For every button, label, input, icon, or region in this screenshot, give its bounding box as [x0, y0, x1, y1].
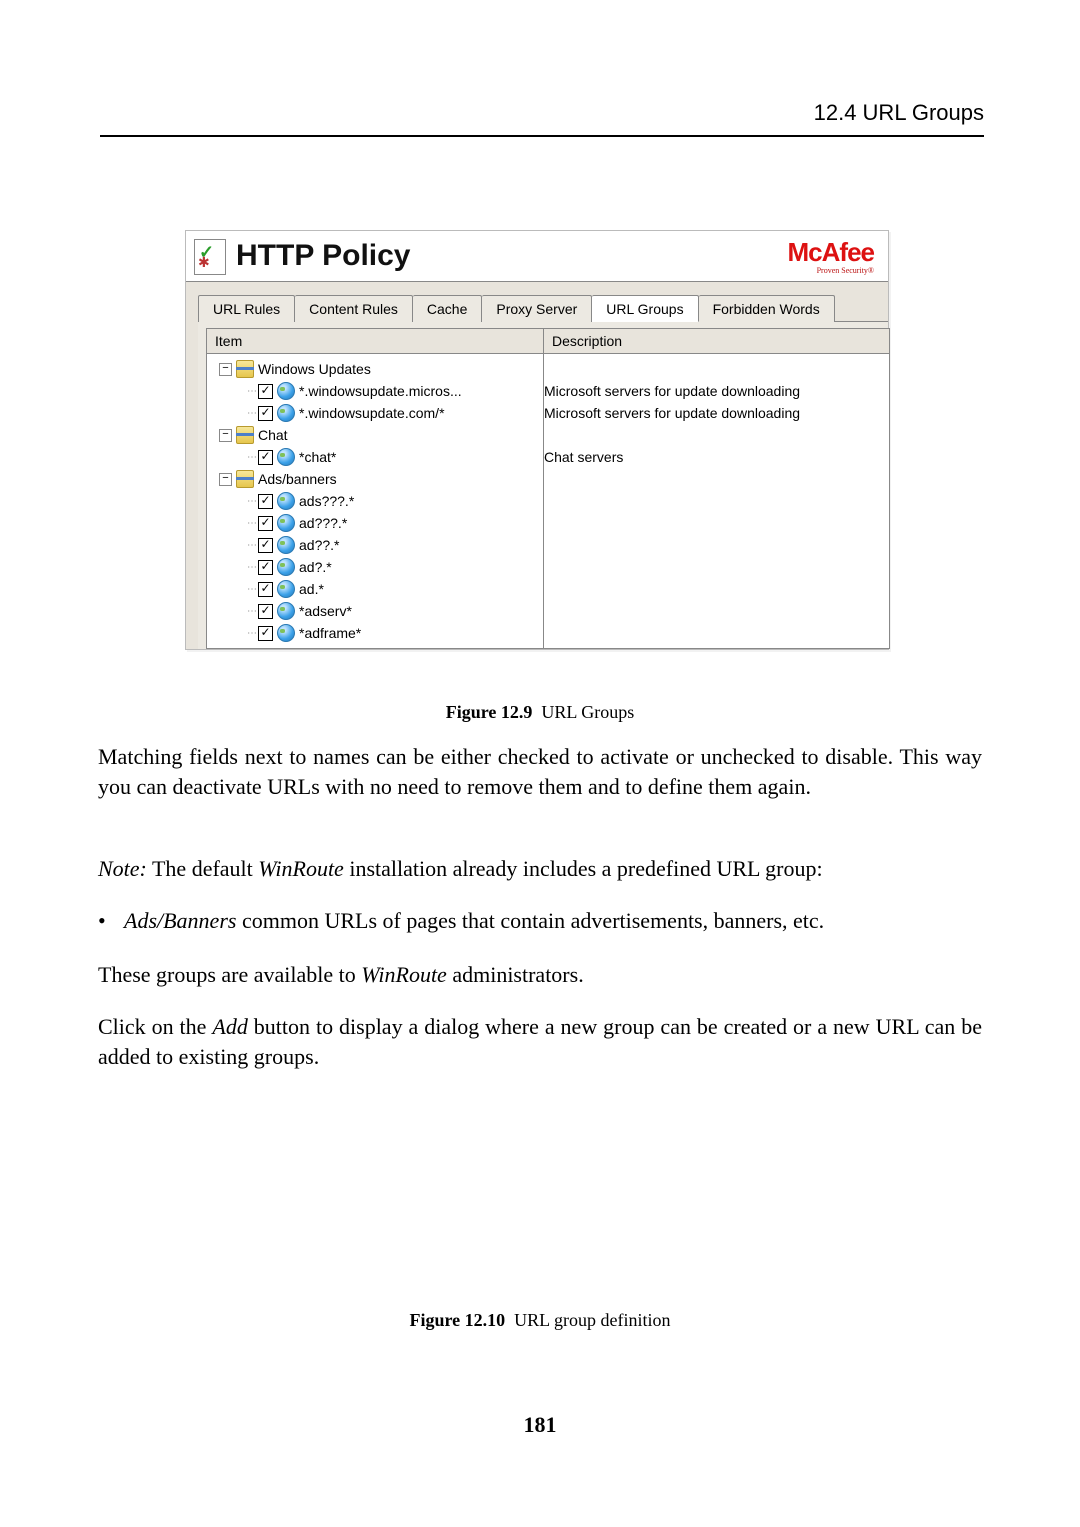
app-icon: ✓✱ [194, 239, 226, 275]
paragraph-4: Click on the Add button to display a dia… [98, 1012, 982, 1071]
checkbox[interactable]: ✓ [258, 604, 273, 619]
paragraph-1: Matching fields next to names can be eit… [98, 742, 982, 801]
globe-icon [277, 558, 295, 576]
checkbox[interactable]: ✓ [258, 626, 273, 641]
paragraph-3: These groups are available to WinRoute a… [98, 960, 982, 990]
column-item[interactable]: Item [207, 329, 544, 354]
tree-item-label: ad???.* [299, 515, 347, 531]
globe-icon [277, 448, 295, 466]
globe-icon [277, 536, 295, 554]
tree-item[interactable]: ⋯✓*adserv* [207, 600, 543, 622]
tree-item[interactable]: ⋯✓*adframe* [207, 622, 543, 644]
collapse-icon[interactable]: − [219, 429, 232, 442]
tab-url-groups[interactable]: URL Groups [592, 295, 698, 322]
column-description[interactable]: Description [544, 329, 890, 354]
checkbox[interactable]: ✓ [258, 516, 273, 531]
tree-item[interactable]: ⋯✓*.windowsupdate.micros... [207, 380, 543, 402]
tree-item-label: ads???.* [299, 493, 354, 509]
tree-description-line [544, 424, 889, 446]
checkbox[interactable]: ✓ [258, 450, 273, 465]
tree-item-label: *adframe* [299, 625, 361, 641]
tab-url-rules[interactable]: URL Rules [198, 295, 295, 322]
tree-description-line [544, 512, 889, 534]
checkbox[interactable]: ✓ [258, 538, 273, 553]
tab-forbidden-words[interactable]: Forbidden Words [699, 295, 835, 322]
tree-group[interactable]: − Chat [207, 424, 543, 446]
folder-icon [236, 470, 254, 488]
tree-description-line [544, 534, 889, 556]
tab-proxy-server[interactable]: Proxy Server [482, 295, 592, 322]
page-number: 181 [0, 1412, 1080, 1438]
tree-group-label: Windows Updates [258, 361, 371, 377]
globe-icon [277, 602, 295, 620]
tree-item[interactable]: ⋯✓ad??.* [207, 534, 543, 556]
tree-item-label: *chat* [299, 449, 336, 465]
tree-group-label: Chat [258, 427, 288, 443]
tree-description-line [544, 622, 889, 644]
folder-icon [236, 360, 254, 378]
brand-logo: McAfee Proven Security® [788, 239, 874, 275]
collapse-icon[interactable]: − [219, 473, 232, 486]
globe-icon [277, 382, 295, 400]
checkbox[interactable]: ✓ [258, 494, 273, 509]
globe-icon [277, 514, 295, 532]
url-groups-table: Item Description −Windows Updates⋯✓*.win… [206, 328, 890, 649]
figure-caption-2: Figure 12.10 URL group definition [0, 1310, 1080, 1331]
globe-icon [277, 580, 295, 598]
window-title: HTTP Policy [236, 239, 411, 275]
tree-item-label: ad??.* [299, 537, 339, 553]
tab-content-rules[interactable]: Content Rules [295, 295, 413, 322]
window-titlebar: ✓✱ HTTP Policy McAfee Proven Security® [186, 231, 888, 282]
globe-icon [277, 492, 295, 510]
tree-description-line: Chat servers [544, 446, 889, 468]
tree-description-line [544, 490, 889, 512]
folder-icon [236, 426, 254, 444]
paragraph-note: Note: The default WinRoute installation … [98, 854, 982, 884]
tree-item-label: ad?.* [299, 559, 332, 575]
tree-group-label: Ads/banners [258, 471, 337, 487]
tree-description-line: Microsoft servers for update downloading [544, 402, 889, 424]
tree-descriptions: Microsoft servers for update downloading… [544, 354, 889, 648]
tab-bar: URL RulesContent RulesCacheProxy ServerU… [198, 294, 888, 322]
bullet-ads-banners: • Ads/Banners common URLs of pages that … [98, 908, 982, 934]
tree-item[interactable]: ⋯✓*.windowsupdate.com/* [207, 402, 543, 424]
tree-description-line [544, 556, 889, 578]
header-rule [100, 135, 984, 137]
checkbox[interactable]: ✓ [258, 406, 273, 421]
tree-description-line [544, 468, 889, 490]
tree-group[interactable]: − Windows Updates [207, 358, 543, 380]
tree-description-line [544, 600, 889, 622]
checkbox[interactable]: ✓ [258, 560, 273, 575]
tree-item[interactable]: ⋯✓*chat* [207, 446, 543, 468]
tree-item-label: *adserv* [299, 603, 352, 619]
tree-item[interactable]: ⋯✓ad.* [207, 578, 543, 600]
tree-group[interactable]: − Ads/banners [207, 468, 543, 490]
tree-item-label: ad.* [299, 581, 324, 597]
tree-items: −Windows Updates⋯✓*.windowsupdate.micros… [207, 354, 543, 648]
checkbox[interactable]: ✓ [258, 582, 273, 597]
section-header: 12.4 URL Groups [814, 100, 984, 126]
tree-item[interactable]: ⋯✓ad?.* [207, 556, 543, 578]
tree-item[interactable]: ⋯✓ad???.* [207, 512, 543, 534]
globe-icon [277, 624, 295, 642]
tree-description-line: Microsoft servers for update downloading [544, 380, 889, 402]
tree-description-line [544, 578, 889, 600]
globe-icon [277, 404, 295, 422]
figure-caption-1: Figure 12.9 URL Groups [0, 702, 1080, 723]
checkbox[interactable]: ✓ [258, 384, 273, 399]
tree-description-line [544, 358, 889, 380]
collapse-icon[interactable]: − [219, 363, 232, 376]
http-policy-window: ✓✱ HTTP Policy McAfee Proven Security® U… [185, 230, 889, 650]
tab-cache[interactable]: Cache [413, 295, 482, 322]
tree-item[interactable]: ⋯✓ads???.* [207, 490, 543, 512]
tree-item-label: *.windowsupdate.micros... [299, 383, 462, 399]
tree-item-label: *.windowsupdate.com/* [299, 405, 445, 421]
